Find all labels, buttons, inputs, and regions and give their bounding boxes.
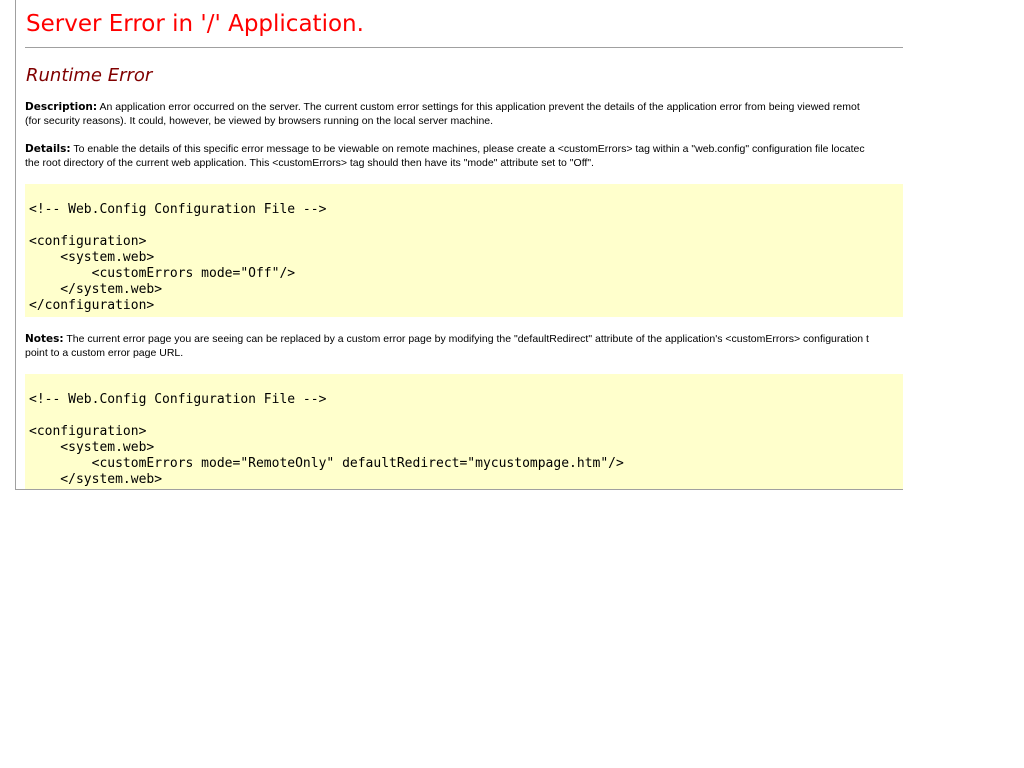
details-section: Details: To enable the details of this s… [25, 142, 903, 170]
page-title: Server Error in '/' Application. [26, 11, 364, 37]
config-code-remoteonly: <!-- Web.Config Configuration File --> <… [29, 392, 624, 487]
description-text-1: An application error occurred on the ser… [99, 101, 860, 113]
config-code-off: <!-- Web.Config Configuration File --> <… [29, 202, 327, 313]
details-line-1: Details: To enable the details of this s… [25, 142, 903, 156]
notes-section: Notes: The current error page you are se… [25, 332, 903, 360]
description-section: Description: An application error occurr… [25, 100, 903, 128]
notes-line-1: Notes: The current error page you are se… [25, 332, 903, 346]
notes-text-1: The current error page you are seeing ca… [66, 333, 869, 345]
config-code-block-remoteonly: <!-- Web.Config Configuration File --> <… [25, 374, 903, 489]
notes-text-2: point to a custom error page URL. [25, 347, 184, 359]
details-label: Details: [25, 143, 71, 155]
description-text-2: (for security reasons). It could, howeve… [25, 115, 494, 127]
title-divider [25, 47, 903, 48]
error-subtitle: Runtime Error [26, 65, 153, 86]
details-text-1: To enable the details of this specific e… [73, 143, 865, 155]
description-line-1: Description: An application error occurr… [25, 100, 903, 114]
config-code-block-off: <!-- Web.Config Configuration File --> <… [25, 184, 903, 317]
notes-label: Notes: [25, 333, 64, 345]
details-text-2: the root directory of the current web ap… [25, 157, 594, 169]
description-label: Description: [25, 101, 98, 113]
browser-viewport[interactable]: Server Error in '/' Application. Runtime… [15, 0, 903, 490]
